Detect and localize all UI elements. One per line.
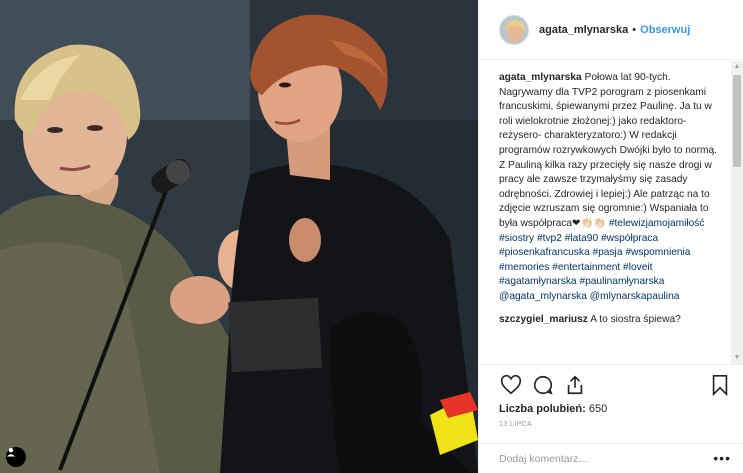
likes-number: 650 — [588, 403, 608, 415]
hashtag-link[interactable]: #tvp2 — [537, 233, 562, 244]
hashtag-link[interactable]: #loveit — [623, 262, 652, 273]
hashtag-link[interactable]: #memories — [499, 262, 549, 273]
scroll-thumb[interactable] — [733, 75, 741, 167]
bookmark-icon[interactable] — [708, 373, 732, 397]
more-options-button[interactable]: ••• — [713, 450, 731, 466]
comments-scrollbar[interactable]: ▲ ▼ — [731, 61, 743, 364]
scroll-up-icon[interactable]: ▲ — [731, 61, 743, 73]
post-header: agata_mlynarska • Obserwuj — [479, 0, 743, 60]
hashtag-link[interactable]: #agatamłynarska — [499, 276, 577, 287]
hashtag-link[interactable]: #pasja — [592, 247, 622, 258]
scroll-down-icon[interactable]: ▼ — [731, 352, 743, 364]
hashtag-link[interactable]: #siostry — [499, 233, 534, 244]
hashtag-link[interactable]: #paulinamłynarska — [579, 276, 664, 287]
caption-text: Połowa lat 90-tych. Nagrywamy dla TVP2 p… — [499, 72, 717, 229]
list-item: szczygiel_mariusz A to siostra śpiewa? — [499, 313, 724, 328]
hashtag-link[interactable]: @mlynarskapaulina — [590, 291, 680, 302]
action-icons-row — [499, 371, 734, 399]
share-icon[interactable] — [563, 373, 587, 397]
comment-icon[interactable] — [531, 373, 555, 397]
add-comment-bar — [479, 443, 743, 473]
caption: agata_mlynarska Połowa lat 90-tych. Nagr… — [499, 71, 724, 305]
hashtag-link[interactable]: @agata_mlynarska — [499, 291, 587, 302]
heart-icon[interactable] — [499, 373, 523, 397]
header-username[interactable]: agata_mlynarska — [539, 24, 628, 36]
avatar[interactable] — [499, 14, 529, 45]
hashtag-link[interactable]: #wspomnienia — [625, 247, 690, 258]
hashtag-link[interactable]: #telewizjamojamiłość — [609, 218, 705, 229]
hashtag-link[interactable]: #entertainment — [552, 262, 620, 273]
post-side-panel: agata_mlynarska • Obserwuj agata_mlynars… — [478, 0, 743, 473]
hashtag-link[interactable]: #piosenkafrancuska — [499, 247, 590, 258]
user-tag-icon[interactable] — [6, 447, 26, 467]
post-date: 13 LIPCA — [499, 421, 533, 428]
hashtag-link[interactable]: #lata90 — [565, 233, 598, 244]
follow-button[interactable]: Obserwuj — [640, 24, 690, 36]
caption-tags: #telewizjamojamiłość #siostry #tvp2 #lat… — [499, 218, 705, 302]
likes-count[interactable]: Liczba polubień: 650 — [499, 403, 734, 415]
likes-label: Liczba polubień: — [499, 403, 586, 415]
header-separator: • — [632, 23, 637, 36]
post-photo[interactable] — [0, 0, 478, 473]
comment-text: A to siostra śpiewa? — [590, 313, 681, 325]
add-comment-input[interactable] — [499, 452, 734, 465]
comments-list[interactable]: agata_mlynarska Połowa lat 90-tych. Nagr… — [479, 61, 732, 364]
post-actions: Liczba polubień: 650 13 LIPCA — [479, 364, 743, 428]
hashtag-link[interactable]: #współpraca — [601, 233, 658, 244]
comment-username[interactable]: szczygiel_mariusz — [499, 314, 588, 325]
caption-username[interactable]: agata_mlynarska — [499, 72, 582, 83]
post-photo-illustration — [0, 0, 478, 473]
